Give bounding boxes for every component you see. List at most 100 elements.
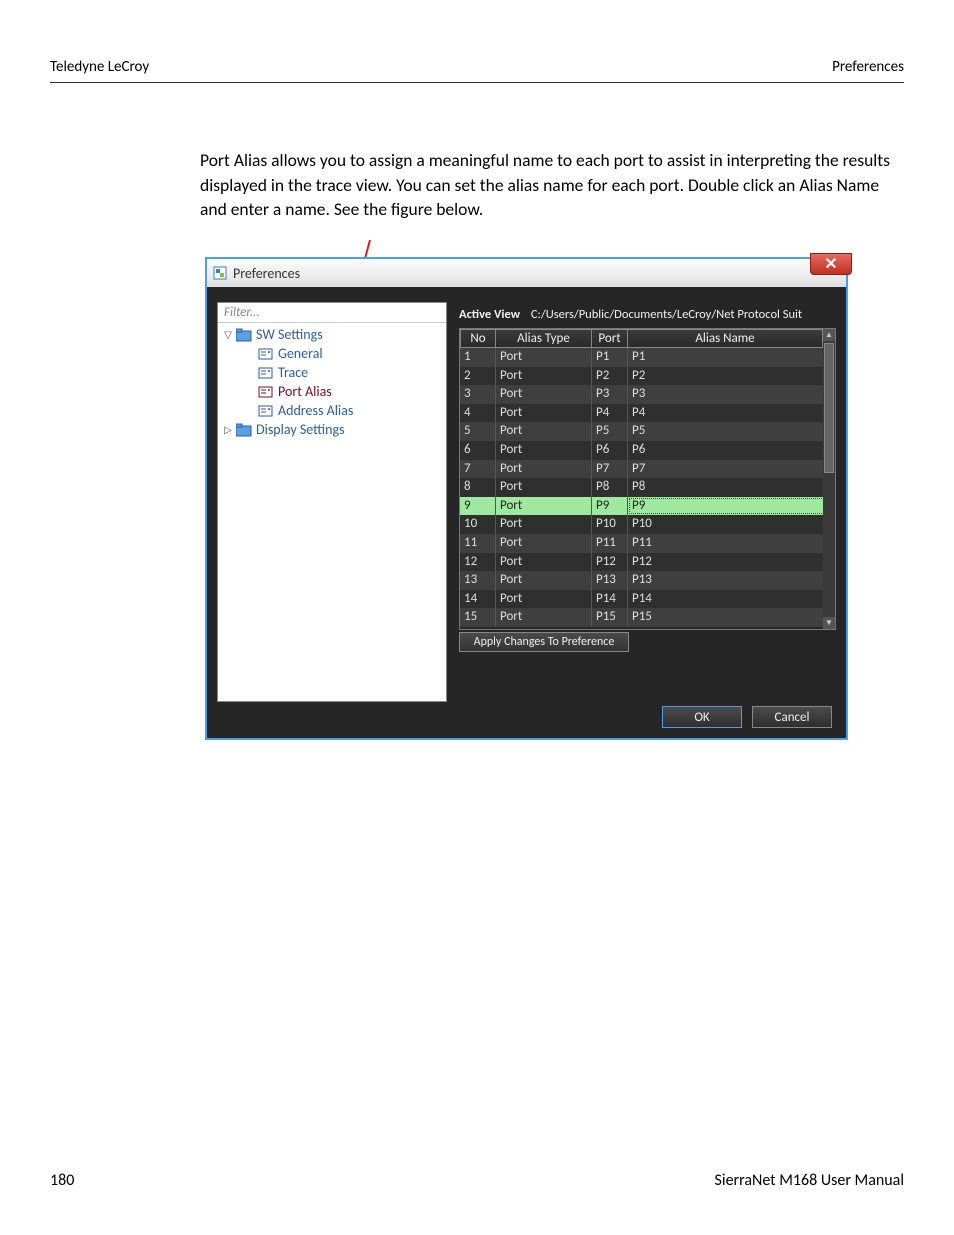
cell-no[interactable]: 14	[460, 590, 496, 609]
cell-alias-name[interactable]: P7	[628, 460, 835, 479]
cell-alias-type[interactable]: Port	[496, 422, 592, 441]
cell-port[interactable]: P5	[592, 422, 628, 441]
cell-port[interactable]: P11	[592, 534, 628, 553]
cell-port[interactable]: P10	[592, 515, 628, 534]
cell-alias-name[interactable]: P14	[628, 590, 835, 609]
cell-alias-name[interactable]: P10	[628, 515, 835, 534]
cell-alias-type[interactable]: Port	[496, 385, 592, 404]
cell-no[interactable]: 2	[460, 367, 496, 386]
cell-alias-name[interactable]: P4	[628, 404, 835, 423]
tree-node-trace[interactable]: Trace	[220, 363, 444, 382]
cell-alias-name[interactable]: P15	[628, 608, 835, 627]
cell-no[interactable]: 13	[460, 571, 496, 590]
cell-no[interactable]: 12	[460, 553, 496, 572]
table-row[interactable]: 15PortP15P15	[460, 608, 835, 627]
tree-node-display-settings[interactable]: ▷ Display Settings	[220, 420, 444, 439]
cell-alias-type[interactable]: Port	[496, 553, 592, 572]
cell-alias-name[interactable]: P13	[628, 571, 835, 590]
cell-port[interactable]: P7	[592, 460, 628, 479]
table-row[interactable]: 5PortP5P5	[460, 422, 835, 441]
table-row[interactable]: 2PortP2P2	[460, 367, 835, 386]
table-row[interactable]: 4PortP4P4	[460, 404, 835, 423]
cell-alias-name[interactable]: P11	[628, 534, 835, 553]
cell-no[interactable]: 4	[460, 404, 496, 423]
expand-icon[interactable]: ▽	[222, 328, 234, 341]
expand-icon[interactable]: ▷	[222, 423, 234, 436]
cell-no[interactable]: 1	[460, 348, 496, 367]
cell-alias-name[interactable]: P5	[628, 422, 835, 441]
cell-port[interactable]: P12	[592, 553, 628, 572]
cell-no[interactable]: 11	[460, 534, 496, 553]
body-paragraph: Port Alias allows you to assign a meanin…	[200, 148, 894, 222]
cell-alias-name[interactable]: P12	[628, 553, 835, 572]
table-row[interactable]: 10PortP10P10	[460, 515, 835, 534]
cell-alias-name[interactable]: P6	[628, 441, 835, 460]
cell-alias-name[interactable]: P8	[628, 478, 835, 497]
table-row[interactable]: 8PortP8P8	[460, 478, 835, 497]
cell-port[interactable]: P9	[592, 497, 628, 516]
cell-alias-type[interactable]: Port	[496, 515, 592, 534]
col-alias-type[interactable]: Alias Type	[496, 329, 592, 348]
scroll-up-icon[interactable]: ▲	[823, 329, 835, 341]
tree-node-sw-settings[interactable]: ▽ SW Settings	[220, 325, 444, 344]
cell-no[interactable]: 15	[460, 608, 496, 627]
cell-port[interactable]: P2	[592, 367, 628, 386]
table-row[interactable]: 7PortP7P7	[460, 460, 835, 479]
table-row[interactable]: 12PortP12P12	[460, 553, 835, 572]
cell-no[interactable]: 5	[460, 422, 496, 441]
cell-alias-type[interactable]: Port	[496, 534, 592, 553]
cell-alias-type[interactable]: Port	[496, 460, 592, 479]
cell-alias-type[interactable]: Port	[496, 497, 592, 516]
col-alias-name[interactable]: Alias Name	[628, 329, 823, 348]
cell-port[interactable]: P4	[592, 404, 628, 423]
table-row[interactable]: 14PortP14P14	[460, 590, 835, 609]
cell-alias-name[interactable]: P3	[628, 385, 835, 404]
cell-alias-type[interactable]: Port	[496, 590, 592, 609]
cell-alias-name[interactable]: P2	[628, 367, 835, 386]
cell-alias-name[interactable]: P1	[628, 348, 835, 367]
cell-alias-type[interactable]: Port	[496, 608, 592, 627]
cell-port[interactable]: P1	[592, 348, 628, 367]
ok-button[interactable]: OK	[662, 706, 742, 728]
col-no[interactable]: No	[460, 329, 496, 348]
dialog-titlebar[interactable]: Preferences ✕	[207, 259, 846, 287]
vertical-scrollbar[interactable]: ▲ ▼	[823, 329, 835, 629]
cell-no[interactable]: 3	[460, 385, 496, 404]
close-button[interactable]: ✕	[810, 253, 852, 275]
cell-port[interactable]: P15	[592, 608, 628, 627]
tree-node-port-alias[interactable]: Port Alias	[220, 382, 444, 401]
tree-node-general[interactable]: General	[220, 344, 444, 363]
cancel-button[interactable]: Cancel	[752, 706, 832, 728]
cell-port[interactable]: P13	[592, 571, 628, 590]
scroll-down-icon[interactable]: ▼	[823, 617, 835, 629]
cell-port[interactable]: P6	[592, 441, 628, 460]
cell-no[interactable]: 6	[460, 441, 496, 460]
cell-port[interactable]: P14	[592, 590, 628, 609]
cell-alias-type[interactable]: Port	[496, 571, 592, 590]
cell-alias-type[interactable]: Port	[496, 367, 592, 386]
col-port[interactable]: Port	[592, 329, 628, 348]
cell-port[interactable]: P8	[592, 478, 628, 497]
filter-input[interactable]: Filter...	[218, 303, 446, 323]
scroll-thumb[interactable]	[824, 343, 834, 473]
cell-no[interactable]: 7	[460, 460, 496, 479]
port-alias-grid[interactable]: No Alias Type Port Alias Name 1PortP1P12…	[459, 328, 836, 630]
cell-no[interactable]: 8	[460, 478, 496, 497]
table-row[interactable]: 13PortP13P13	[460, 571, 835, 590]
table-row[interactable]: 3PortP3P3	[460, 385, 835, 404]
apply-changes-button[interactable]: Apply Changes To Preference	[459, 632, 629, 652]
cell-alias-type[interactable]: Port	[496, 478, 592, 497]
tree-node-address-alias[interactable]: Address Alias	[220, 401, 444, 420]
cell-alias-type[interactable]: Port	[496, 348, 592, 367]
tree-label: SW Settings	[256, 326, 323, 343]
table-row[interactable]: 1PortP1P1	[460, 348, 835, 367]
table-row[interactable]: 11PortP11P11	[460, 534, 835, 553]
cell-no[interactable]: 10	[460, 515, 496, 534]
cell-alias-type[interactable]: Port	[496, 404, 592, 423]
table-row[interactable]: 9PortP9P9	[460, 497, 835, 516]
cell-alias-type[interactable]: Port	[496, 441, 592, 460]
table-row[interactable]: 6PortP6P6	[460, 441, 835, 460]
cell-port[interactable]: P3	[592, 385, 628, 404]
cell-no[interactable]: 9	[460, 497, 496, 516]
cell-alias-name[interactable]: P9	[628, 497, 835, 516]
